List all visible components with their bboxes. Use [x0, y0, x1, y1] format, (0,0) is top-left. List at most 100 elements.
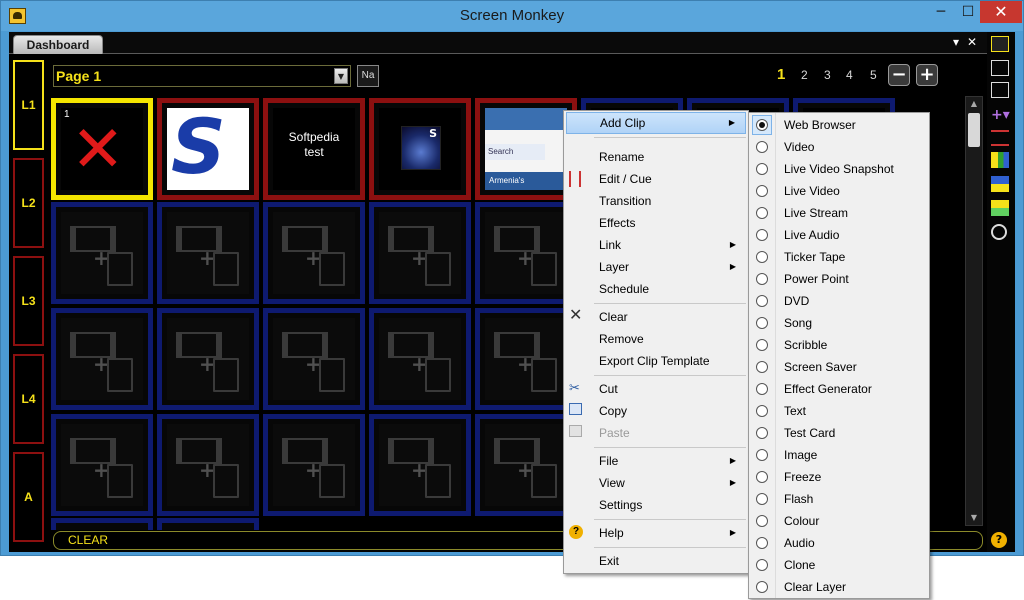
- clip-grid-scrollbar[interactable]: ▲ ▼: [965, 96, 983, 526]
- rename-page-button[interactable]: Na: [357, 65, 379, 87]
- clock-icon[interactable]: [991, 224, 1007, 240]
- submenu-item-clone[interactable]: Clone: [751, 554, 927, 576]
- submenu-item-scribble[interactable]: Scribble: [751, 334, 927, 356]
- menu-item-file[interactable]: File ▶: [566, 450, 746, 472]
- submenu-item-colour[interactable]: Colour: [751, 510, 927, 532]
- clip-cell[interactable]: S: [157, 98, 259, 200]
- scrollbar-thumb[interactable]: [968, 113, 980, 147]
- submenu-item-image[interactable]: Image: [751, 444, 927, 466]
- menu-item-edit-cue[interactable]: Edit / Cue: [566, 168, 746, 190]
- scroll-down-icon[interactable]: ▼: [968, 511, 980, 525]
- submenu-item-audio[interactable]: Audio: [751, 532, 927, 554]
- submenu-item-screen-saver[interactable]: Screen Saver: [751, 356, 927, 378]
- empty-clip-cell[interactable]: +: [475, 202, 577, 304]
- empty-clip-cell[interactable]: [157, 518, 259, 530]
- page-number-current[interactable]: 1: [777, 66, 785, 83]
- layer-button-l4[interactable]: L4: [13, 354, 44, 444]
- add-page-button[interactable]: +: [916, 64, 938, 86]
- page-dropdown[interactable]: Page 1 ▼: [53, 65, 351, 87]
- submenu-item-effect-generator[interactable]: Effect Generator: [751, 378, 927, 400]
- empty-clip-cell[interactable]: +: [369, 202, 471, 304]
- submenu-item-dvd[interactable]: DVD: [751, 290, 927, 312]
- submenu-item-live-video[interactable]: Live Video: [751, 180, 927, 202]
- layer-button-l3[interactable]: L3: [13, 256, 44, 346]
- empty-clip-cell[interactable]: +: [369, 414, 471, 516]
- submenu-item-live-stream[interactable]: Live Stream: [751, 202, 927, 224]
- close-button[interactable]: ✕: [980, 1, 1022, 23]
- paste-layer-icon[interactable]: [991, 200, 1009, 216]
- menu-item-add-clip[interactable]: Add Clip ▶: [566, 112, 746, 134]
- tab-dashboard[interactable]: Dashboard: [13, 35, 103, 54]
- submenu-item-live-video-snapshot[interactable]: Live Video Snapshot: [751, 158, 927, 180]
- menu-item-rename[interactable]: Rename: [566, 146, 746, 168]
- menu-item-transition[interactable]: Transition: [566, 190, 746, 212]
- menu-item-effects[interactable]: Effects: [566, 212, 746, 234]
- edit-cue-icon[interactable]: [991, 130, 1009, 146]
- page-number[interactable]: 2: [801, 68, 808, 82]
- menu-item-export-clip-template[interactable]: Export Clip Template: [566, 350, 746, 372]
- copy-layer-icon[interactable]: [991, 176, 1009, 192]
- submenu-item-clear-layer[interactable]: Clear Layer: [751, 576, 927, 598]
- scroll-up-icon[interactable]: ▲: [968, 97, 980, 111]
- empty-clip-cell[interactable]: +: [263, 308, 365, 410]
- submenu-item-test-card[interactable]: Test Card: [751, 422, 927, 444]
- layer-button-l1[interactable]: L1: [13, 60, 44, 150]
- menu-item-view[interactable]: View ▶: [566, 472, 746, 494]
- submenu-item-flash[interactable]: Flash: [751, 488, 927, 510]
- empty-clip-cell[interactable]: +: [475, 308, 577, 410]
- submenu-item-live-audio[interactable]: Live Audio: [751, 224, 927, 246]
- clip-cell[interactable]: Search Armenia's: [475, 98, 577, 200]
- menu-item-layer[interactable]: Layer ▶: [566, 256, 746, 278]
- tab-dropdown-icon[interactable]: ▾: [953, 35, 959, 49]
- title-bar[interactable]: Screen Monkey ─ ☐ ✕: [1, 1, 1023, 31]
- submenu-item-freeze[interactable]: Freeze: [751, 466, 927, 488]
- menu-item-link[interactable]: Link ▶: [566, 234, 746, 256]
- submenu-item-text[interactable]: Text: [751, 400, 927, 422]
- add-plus-icon[interactable]: +▾: [991, 108, 1010, 124]
- menu-item-cut[interactable]: Cut: [566, 378, 746, 400]
- menu-item-exit[interactable]: Exit: [566, 550, 746, 572]
- submenu-item-power-point[interactable]: Power Point: [751, 268, 927, 290]
- menu-item-remove[interactable]: Remove: [566, 328, 746, 350]
- empty-clip-cell[interactable]: +: [369, 308, 471, 410]
- menu-item-paste[interactable]: Paste: [566, 422, 746, 444]
- empty-clip-cell[interactable]: +: [51, 202, 153, 304]
- submenu-item-web-browser[interactable]: Web Browser: [751, 114, 927, 136]
- tab-close-icon[interactable]: ✕: [967, 35, 977, 49]
- clip-cell[interactable]: Softpedia test: [263, 98, 365, 200]
- layer-button-l2[interactable]: L2: [13, 158, 44, 248]
- menu-item-settings[interactable]: Settings: [566, 494, 746, 516]
- empty-clip-cell[interactable]: +: [263, 414, 365, 516]
- empty-clip-cell[interactable]: +: [157, 414, 259, 516]
- layers-icon[interactable]: [991, 152, 1009, 168]
- clip-cell[interactable]: 1 ✕: [51, 98, 153, 200]
- remove-page-button[interactable]: −: [888, 64, 910, 86]
- empty-clip-cell[interactable]: [51, 518, 153, 530]
- submenu-item-video[interactable]: Video: [751, 136, 927, 158]
- layer-button-a[interactable]: A: [13, 452, 44, 542]
- empty-clip-cell[interactable]: +: [475, 414, 577, 516]
- submenu-item-ticker-tape[interactable]: Ticker Tape: [751, 246, 927, 268]
- empty-clip-cell[interactable]: +: [263, 202, 365, 304]
- menu-item-schedule[interactable]: Schedule: [566, 278, 746, 300]
- clip-cell[interactable]: S: [369, 98, 471, 200]
- maximize-button[interactable]: ☐: [955, 1, 981, 23]
- add-clip-icon: +: [411, 352, 428, 376]
- minimize-button[interactable]: ─: [928, 1, 954, 23]
- empty-clip-cell[interactable]: +: [51, 414, 153, 516]
- menu-item-clear[interactable]: Clear: [566, 306, 746, 328]
- play-mode-icon[interactable]: [991, 36, 1009, 52]
- edit-mode-icon[interactable]: [991, 60, 1009, 76]
- page-number[interactable]: 3: [824, 68, 831, 82]
- menu-item-help[interactable]: Help ▶: [566, 522, 746, 544]
- chevron-down-icon[interactable]: ▼: [334, 68, 348, 84]
- empty-clip-cell[interactable]: +: [157, 202, 259, 304]
- page-number[interactable]: 4: [846, 68, 853, 82]
- empty-clip-cell[interactable]: +: [51, 308, 153, 410]
- help-icon[interactable]: ?: [991, 532, 1007, 548]
- menu-item-copy[interactable]: Copy: [566, 400, 746, 422]
- submenu-item-song[interactable]: Song: [751, 312, 927, 334]
- page-number[interactable]: 5: [870, 68, 877, 82]
- empty-clip-cell[interactable]: +: [157, 308, 259, 410]
- preview-mode-icon[interactable]: [991, 82, 1009, 98]
